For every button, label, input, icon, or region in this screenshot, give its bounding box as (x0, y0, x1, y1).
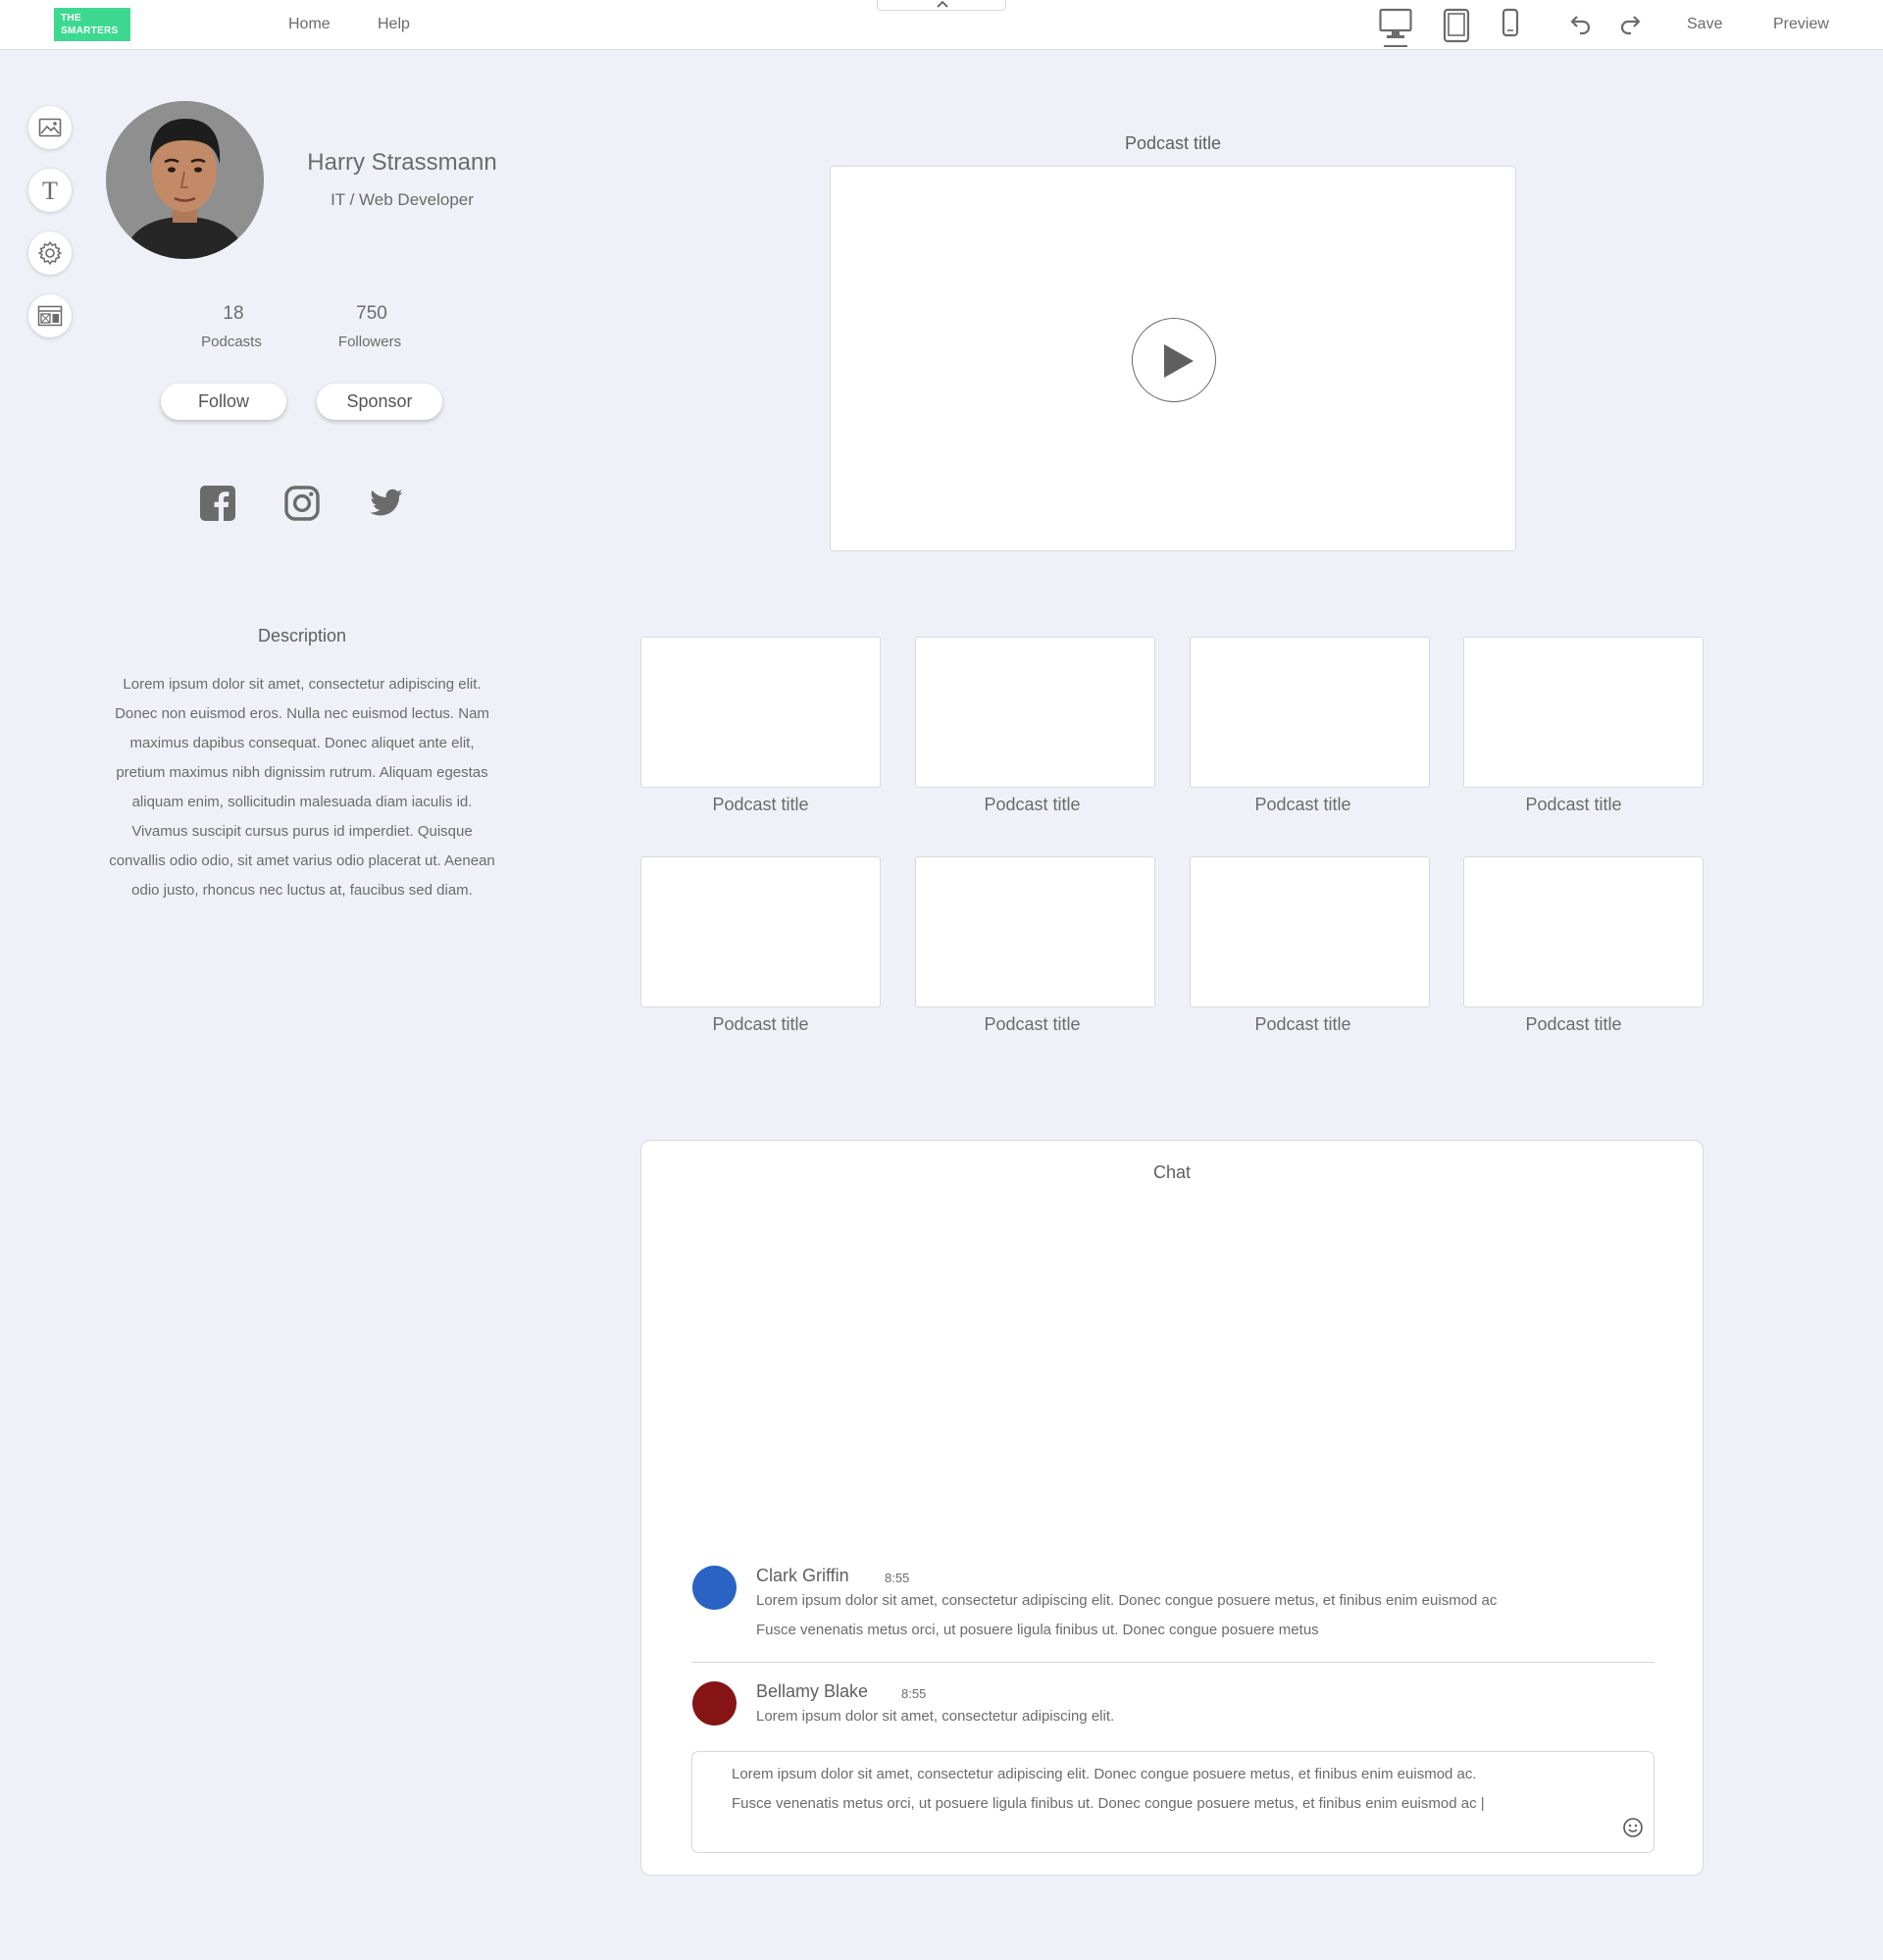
instagram-link[interactable] (284, 486, 320, 526)
chevron-up-icon (937, 0, 948, 8)
top-bar: THE SMARTERS Home Help Save Preview (0, 0, 1883, 50)
podcast-card-thumbnail[interactable] (915, 856, 1155, 1007)
emoji-button[interactable] (1622, 1817, 1644, 1843)
podcast-card-thumbnail[interactable] (640, 637, 881, 788)
svg-text:T: T (42, 179, 58, 202)
podcast-card-title[interactable]: Podcast title (1453, 1014, 1694, 1035)
podcast-card-thumbnail[interactable] (915, 637, 1155, 788)
twitter-link[interactable] (369, 486, 404, 526)
undo-button[interactable] (1568, 14, 1592, 40)
podcasts-count: 18 (223, 303, 244, 324)
settings-icon (38, 241, 62, 265)
brand-logo[interactable]: THE SMARTERS (54, 8, 130, 41)
message-time: 8:55 (885, 1571, 910, 1585)
podcast-card-title[interactable]: Podcast title (912, 1014, 1152, 1035)
podcasts-count-label: Podcasts (201, 334, 262, 350)
image-icon (38, 118, 62, 137)
followers-count-label: Followers (337, 334, 402, 350)
message-draft-line[interactable]: Lorem ipsum dolor sit amet, consectetur … (732, 1766, 1477, 1782)
desktop-icon (1379, 8, 1412, 47)
profile-role: IT / Web Developer (331, 190, 474, 209)
text-icon: T (42, 179, 58, 202)
tablet-icon (1443, 8, 1470, 43)
podcast-card-title[interactable]: Podcast title (912, 795, 1152, 815)
preview-button[interactable]: Preview (1773, 16, 1829, 33)
facebook-icon (200, 486, 235, 521)
podcast-card-title[interactable]: Podcast title (1453, 795, 1694, 815)
profile-name: Harry Strassmann (307, 149, 497, 176)
nav-home-link[interactable]: Home (288, 16, 331, 33)
message-text-line: Fusce venenatis metus orci, ut posuere l… (756, 1622, 1319, 1638)
podcast-card-thumbnail[interactable] (1190, 856, 1430, 1007)
settings-tool[interactable] (28, 232, 72, 275)
collapse-toolbar-tab[interactable] (877, 0, 1006, 11)
podcast-card-title[interactable]: Podcast title (1183, 795, 1423, 815)
featured-podcast-title: Podcast title (1124, 133, 1222, 153)
avatar (692, 1681, 737, 1726)
message-time: 8:55 (901, 1686, 927, 1701)
layout-tool[interactable] (28, 294, 72, 337)
chat-panel: Chat Clark Griffin 8:55 Lorem ipsum dolo… (640, 1140, 1704, 1876)
save-button[interactable]: Save (1687, 16, 1722, 33)
podcast-card-thumbnail[interactable] (1190, 637, 1430, 788)
followers-count: 750 (356, 303, 387, 324)
desktop-view-button[interactable] (1379, 8, 1412, 54)
profile-photo (106, 101, 264, 259)
mobile-icon (1501, 8, 1519, 37)
layout-icon (37, 305, 63, 327)
description-text: Lorem ipsum dolor sit amet, consectetur … (109, 676, 495, 899)
podcast-card-thumbnail[interactable] (640, 856, 881, 1007)
podcast-card-title[interactable]: Podcast title (640, 1014, 881, 1035)
logo-line-2: SMARTERS (61, 26, 119, 36)
tablet-view-button[interactable] (1443, 8, 1470, 48)
logo-line-1: THE (61, 13, 81, 24)
podcast-card-title[interactable]: Podcast title (640, 795, 881, 815)
message-input[interactable]: Lorem ipsum dolor sit amet, consectetur … (691, 1751, 1654, 1853)
avatar (692, 1566, 737, 1610)
message-text-line: Lorem ipsum dolor sit amet, consectetur … (756, 1592, 1498, 1609)
undo-icon (1570, 16, 1591, 35)
message-author: Bellamy Blake (756, 1681, 869, 1701)
facebook-link[interactable] (200, 486, 235, 526)
mobile-view-button[interactable] (1501, 8, 1519, 42)
emoji-icon (1623, 1818, 1643, 1837)
twitter-icon (370, 489, 403, 516)
avatar (106, 101, 264, 259)
insert-text-tool[interactable]: T (28, 169, 72, 212)
play-icon (1164, 344, 1194, 378)
follow-button[interactable]: Follow (161, 384, 286, 420)
play-button[interactable] (1132, 318, 1216, 402)
message-draft-line[interactable]: Fusce venenatis metus orci, ut posuere l… (732, 1795, 1485, 1812)
podcast-card-thumbnail[interactable] (1463, 637, 1704, 788)
message-divider (691, 1662, 1654, 1663)
redo-button[interactable] (1619, 14, 1643, 40)
instagram-icon (284, 486, 320, 521)
description-title: Description (257, 626, 347, 645)
redo-icon (1620, 16, 1641, 35)
chat-title: Chat (1152, 1162, 1192, 1182)
message-text-line: Lorem ipsum dolor sit amet, consectetur … (756, 1708, 1115, 1725)
nav-help-link[interactable]: Help (378, 16, 410, 33)
featured-podcast-player (830, 166, 1516, 551)
podcast-card-title[interactable]: Podcast title (1183, 1014, 1423, 1035)
sponsor-button[interactable]: Sponsor (317, 384, 442, 420)
podcast-card-thumbnail[interactable] (1463, 856, 1704, 1007)
message-author: Clark Griffin (756, 1566, 849, 1585)
insert-image-tool[interactable] (28, 106, 72, 149)
